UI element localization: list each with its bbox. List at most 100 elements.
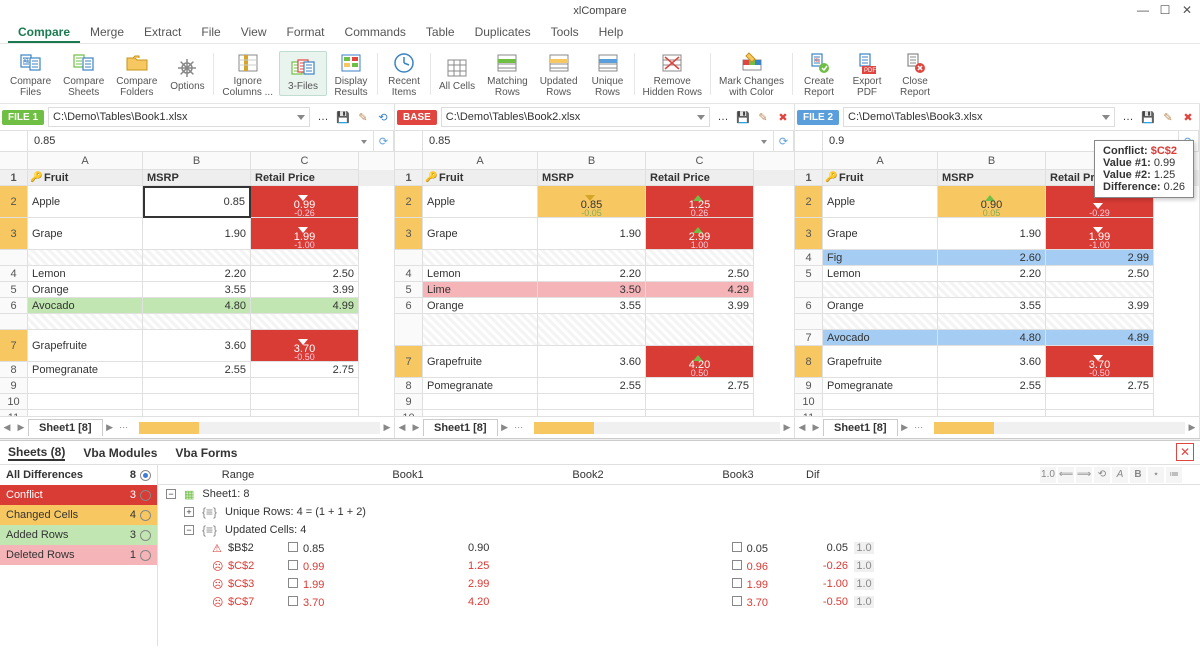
close-panel-button[interactable]: ✕ [1176, 443, 1194, 461]
refresh-icon[interactable]: ⟳ [774, 130, 794, 152]
name-box[interactable] [395, 130, 423, 152]
menu-duplicates[interactable]: Duplicates [465, 22, 541, 43]
col-header-C[interactable]: C [251, 152, 359, 170]
ribbon-compare-folders[interactable]: Compare Folders [110, 47, 163, 101]
tab-next[interactable]: ▶ [409, 421, 423, 435]
sheet-tab[interactable]: Sheet1 [8] [423, 419, 498, 436]
minimize-button[interactable]: — [1134, 2, 1152, 18]
grid[interactable]: ABC1🔑FruitMSRPRetail Price2Apple0.850.99… [0, 152, 394, 416]
apply-icon[interactable]: 1.0 [854, 596, 874, 608]
tool-5[interactable]: A [1112, 467, 1128, 483]
sheet-tab[interactable]: Sheet1 [8] [28, 419, 103, 436]
col-header-A[interactable]: A [423, 152, 538, 170]
radio-icon[interactable] [140, 490, 151, 501]
edit-icon[interactable]: ✎ [1159, 108, 1177, 126]
menu-format[interactable]: Format [277, 22, 335, 43]
filter-all-differences[interactable]: All Differences8 [0, 465, 157, 485]
col-header-B[interactable]: B [938, 152, 1046, 170]
h-scrollbar[interactable] [139, 422, 380, 434]
menu-help[interactable]: Help [589, 22, 634, 43]
tool-1[interactable]: 1.0 [1040, 467, 1056, 483]
edit-icon[interactable]: ✎ [354, 108, 372, 126]
menu-table[interactable]: Table [416, 22, 465, 43]
col-header-A[interactable]: A [28, 152, 143, 170]
ribbon-updated-rows[interactable]: Updated Rows [534, 47, 584, 101]
col-header-A[interactable]: A [823, 152, 938, 170]
apply-icon[interactable]: 1.0 [854, 560, 874, 572]
menu-tools[interactable]: Tools [541, 22, 589, 43]
menu-merge[interactable]: Merge [80, 22, 134, 43]
tab-prev[interactable]: ◀ [395, 421, 409, 435]
col-header-C[interactable]: C [646, 152, 754, 170]
edit-icon[interactable]: ✎ [754, 108, 772, 126]
updated-cells-node[interactable]: −{≡}Updated Cells: 4 [158, 521, 1200, 539]
close-file-icon[interactable]: ✖ [1179, 108, 1197, 126]
formula-bar[interactable]: 0.85 [28, 130, 374, 152]
link-icon[interactable]: ⟲ [374, 108, 392, 126]
scroll-right[interactable]: ▶ [780, 421, 794, 435]
tab-prev[interactable]: ◀ [795, 421, 809, 435]
tab-prev[interactable]: ◀ [0, 421, 14, 435]
tool-8[interactable]: ≔ [1166, 467, 1182, 483]
filter-added-rows[interactable]: Added Rows3 [0, 525, 157, 545]
radio-icon[interactable] [140, 470, 151, 481]
menu-compare[interactable]: Compare [8, 22, 80, 43]
ellipsis-button[interactable]: … [714, 108, 732, 126]
menu-view[interactable]: View [231, 22, 277, 43]
tool-7[interactable]: ⋆ [1148, 467, 1164, 483]
unique-rows-node[interactable]: +{≡}Unique Rows: 4 = (1 + 1 + 2) [158, 503, 1200, 521]
filter-conflict[interactable]: Conflict3 [0, 485, 157, 505]
maximize-button[interactable]: ☐ [1156, 2, 1174, 18]
scroll-right[interactable]: ▶ [380, 421, 394, 435]
ribbon-unique-rows[interactable]: Unique Rows [584, 47, 632, 101]
save-icon[interactable]: 💾 [1139, 108, 1157, 126]
diff-cell-$C$3[interactable]: ☹ $C$3 1.99 2.99 1.99 -1.00 1.0 [158, 575, 1200, 593]
grid[interactable]: ABC1🔑FruitMSRPRetail Price2Apple0.85-0.0… [395, 152, 794, 416]
filter-deleted-rows[interactable]: Deleted Rows1 [0, 545, 157, 565]
diff-cell-$B$2[interactable]: ⚠ $B$2 0.85 0.90 0.05 0.05 1.0 [158, 539, 1200, 557]
file-path[interactable]: C:\Demo\Tables\Book3.xlsx [843, 107, 1115, 127]
ribbon-export-pdf[interactable]: PDFExport PDF [843, 47, 891, 101]
tab-more[interactable]: ▶ [898, 421, 912, 435]
tool-6[interactable]: B [1130, 467, 1146, 483]
save-icon[interactable]: 💾 [734, 108, 752, 126]
scroll-right[interactable]: ▶ [1185, 421, 1199, 435]
file-path[interactable]: C:\Demo\Tables\Book1.xlsx [48, 107, 310, 127]
diff-cell-$C$7[interactable]: ☹ $C$7 3.70 4.20 3.70 -0.50 1.0 [158, 593, 1200, 611]
close-file-icon[interactable]: ✖ [774, 108, 792, 126]
apply-icon[interactable]: 1.0 [854, 578, 874, 590]
tab-next[interactable]: ▶ [809, 421, 823, 435]
formula-bar[interactable]: 0.85 [423, 130, 774, 152]
radio-icon[interactable] [140, 510, 151, 521]
ribbon-ignore-columns-[interactable]: Ignore Columns ... [216, 47, 279, 101]
results-tab-1[interactable]: Vba Modules [83, 446, 157, 460]
h-scrollbar[interactable] [934, 422, 1185, 434]
sheet-node[interactable]: −▦Sheet1: 8 [158, 485, 1200, 503]
name-box[interactable] [795, 130, 823, 152]
tab-next[interactable]: ▶ [14, 421, 28, 435]
name-box[interactable] [0, 130, 28, 152]
results-tab-0[interactable]: Sheets (8) [8, 445, 65, 461]
h-scrollbar[interactable] [534, 422, 780, 434]
tool-4[interactable]: ⟲ [1094, 467, 1110, 483]
col-header-B[interactable]: B [538, 152, 646, 170]
menu-file[interactable]: File [191, 22, 230, 43]
ribbon-mark-changes-with-color[interactable]: Mark Changes with Color [713, 47, 790, 101]
ellipsis-button[interactable]: … [1119, 108, 1137, 126]
tab-menu[interactable]: ⋯ [512, 421, 526, 435]
ellipsis-button[interactable]: … [314, 108, 332, 126]
ribbon-matching-rows[interactable]: Matching Rows [481, 47, 534, 101]
ribbon-display-results[interactable]: Display Results [327, 47, 375, 101]
ribbon-recent-items[interactable]: Recent Items [380, 47, 428, 101]
menu-commands[interactable]: Commands [335, 22, 416, 43]
tab-more[interactable]: ▶ [498, 421, 512, 435]
sheet-tab[interactable]: Sheet1 [8] [823, 419, 898, 436]
menu-extract[interactable]: Extract [134, 22, 191, 43]
ribbon-compare-sheets[interactable]: Compare Sheets [57, 47, 110, 101]
tool-3[interactable]: ⟹ [1076, 467, 1092, 483]
filter-changed-cells[interactable]: Changed Cells4 [0, 505, 157, 525]
col-header-B[interactable]: B [143, 152, 251, 170]
tab-more[interactable]: ▶ [103, 421, 117, 435]
diff-cell-$C$2[interactable]: ☹ $C$2 0.99 1.25 0.96 -0.26 1.0 [158, 557, 1200, 575]
ribbon-all-cells[interactable]: All Cells [433, 52, 481, 95]
